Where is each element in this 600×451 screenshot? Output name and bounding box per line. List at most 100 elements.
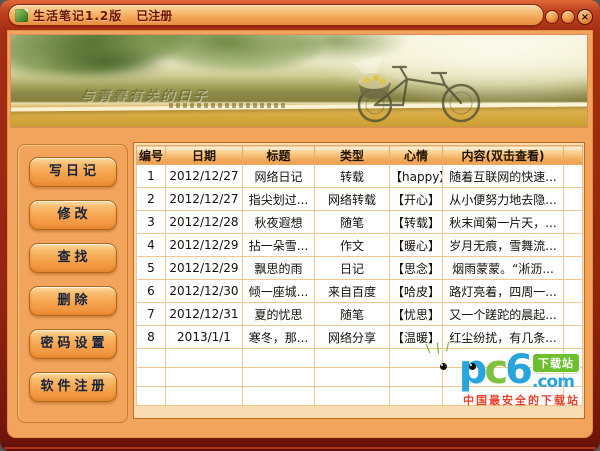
sidebar-button-modify[interactable]: 修改 xyxy=(29,200,117,230)
bicycle-icon xyxy=(323,53,495,125)
table-cell: 2012/12/27 xyxy=(166,165,243,188)
table-row[interactable]: 62012/12/30倾一座城...来自百度【哈皮】路灯亮着，四周一... xyxy=(137,280,583,303)
table-cell xyxy=(564,234,583,257)
pc6-letter-c: c xyxy=(484,351,505,389)
banner-image: 与青春有关的日子 xyxy=(10,34,588,128)
pc6-letter-p: p xyxy=(459,351,485,389)
sidebar-button-password-settings[interactable]: 密码设置 xyxy=(29,329,117,359)
column-header[interactable]: 类型 xyxy=(315,146,390,165)
minimize-button[interactable] xyxy=(545,10,559,24)
table-cell: 6 xyxy=(137,280,166,303)
sidebar: 写日记修改查找删除密码设置软件注册 xyxy=(17,144,128,423)
column-header[interactable]: 内容(双击查看) xyxy=(443,146,564,165)
titlebar: 生活笔记1.2版 已注册 × xyxy=(0,0,600,30)
pc6-dotcom: .com xyxy=(532,374,574,390)
close-button[interactable]: × xyxy=(577,9,593,25)
window-body: 与青春有关的日子 写日记修改查找删除密码设置软件注册 编号日期标题类型心情内容(… xyxy=(7,30,593,438)
title-pill: 生活笔记1.2版 已注册 xyxy=(8,4,544,26)
sidebar-button-write-diary[interactable]: 写日记 xyxy=(29,157,117,187)
table-cell: 红尘纷扰，有几条... xyxy=(443,326,564,349)
pc6-eye-icon xyxy=(440,363,447,370)
table-row[interactable]: 12012/12/27网络日记转载【happy】随着互联网的快速... xyxy=(137,165,583,188)
table-cell: 秋夜遐想 xyxy=(243,211,315,234)
table-cell xyxy=(564,211,583,234)
table-cell xyxy=(564,280,583,303)
sidebar-button-software-register[interactable]: 软件注册 xyxy=(29,372,117,402)
window-controls: × xyxy=(545,9,593,25)
foliage-decoration xyxy=(41,43,171,81)
table-cell: 8 xyxy=(137,326,166,349)
table-cell: 2012/12/29 xyxy=(166,257,243,280)
table-cell: 秋末闻菊一片天，... xyxy=(443,211,564,234)
table-cell xyxy=(564,165,583,188)
table-cell: 【暖心】 xyxy=(390,234,443,257)
pc6-watermark: \ | / p c 6 下载站 .com 中国最安全的下载站 xyxy=(422,351,580,408)
table-cell: 【思念】 xyxy=(390,257,443,280)
table-cell: 烟雨蒙蒙。“淅沥... xyxy=(443,257,564,280)
table-cell: 来自百度 xyxy=(315,280,390,303)
banner-caption: 与青春有关的日子 xyxy=(81,85,209,104)
table-cell: 【忧思】 xyxy=(390,303,443,326)
table-cell: 倾一座城... xyxy=(243,280,315,303)
table-cell: 转载 xyxy=(315,165,390,188)
table-cell: 路灯亮着，四周一... xyxy=(443,280,564,303)
table-row[interactable]: 52012/12/29飘思的雨日记【思念】烟雨蒙蒙。“淅沥... xyxy=(137,257,583,280)
table-cell: 2012/12/29 xyxy=(166,234,243,257)
table-cell xyxy=(564,188,583,211)
diary-table-panel: 编号日期标题类型心情内容(双击查看) 12012/12/27网络日记转载【hap… xyxy=(133,142,585,419)
table-cell: 随着互联网的快速... xyxy=(443,165,564,188)
column-header[interactable] xyxy=(564,146,583,165)
table-cell: 网络分享 xyxy=(315,326,390,349)
table-cell xyxy=(564,257,583,280)
table-row[interactable]: 82013/1/1寒冬，那...网络分享【温暖】红尘纷扰，有几条... xyxy=(137,326,583,349)
table-cell: 网络转载 xyxy=(315,188,390,211)
sidebar-button-delete[interactable]: 删除 xyxy=(29,286,117,316)
column-header[interactable]: 日期 xyxy=(166,146,243,165)
table-cell: 飘思的雨 xyxy=(243,257,315,280)
table-cell: 7 xyxy=(137,303,166,326)
table-cell xyxy=(564,326,583,349)
table-cell: 2012/12/27 xyxy=(166,188,243,211)
table-cell: 岁月无痕，雪舞流... xyxy=(443,234,564,257)
pc6-slogan: 中国最安全的下载站 xyxy=(422,392,580,408)
table-header-row: 编号日期标题类型心情内容(双击查看) xyxy=(137,146,583,165)
table-cell: 4 xyxy=(137,234,166,257)
table-cell: 【开心】 xyxy=(390,188,443,211)
table-row[interactable]: 72012/12/31夏的忧思随笔【忧思】又一个蹉跎的晨起... xyxy=(137,303,583,326)
pc6-rays-decoration: \ | / xyxy=(425,340,451,356)
table-cell: 日记 xyxy=(315,257,390,280)
table-cell: 2 xyxy=(137,188,166,211)
table-row[interactable]: 42012/12/29拈一朵雪...作文【暖心】岁月无痕，雪舞流... xyxy=(137,234,583,257)
table-cell: 寒冬，那... xyxy=(243,326,315,349)
table-cell: 随笔 xyxy=(315,303,390,326)
table-cell: 随笔 xyxy=(315,211,390,234)
table-cell: 1 xyxy=(137,165,166,188)
table-cell xyxy=(564,303,583,326)
window-title: 生活笔记1.2版 xyxy=(33,7,122,24)
table-cell: 夏的忧思 xyxy=(243,303,315,326)
table-cell: 又一个蹉跎的晨起... xyxy=(443,303,564,326)
table-cell: 【转载】 xyxy=(390,211,443,234)
registration-status: 已注册 xyxy=(136,7,172,24)
table-cell: 【happy】 xyxy=(390,165,443,188)
table-cell: 【哈皮】 xyxy=(390,280,443,303)
column-header[interactable]: 心情 xyxy=(390,146,443,165)
table-cell: 作文 xyxy=(315,234,390,257)
pc6-logo: \ | / p c 6 下载站 .com xyxy=(422,351,580,390)
table-cell: 3 xyxy=(137,211,166,234)
table-cell: 5 xyxy=(137,257,166,280)
app-notebook-icon xyxy=(15,9,28,22)
table-cell: 2012/12/30 xyxy=(166,280,243,303)
pc6-download-badge: 下载站 xyxy=(532,353,580,373)
table-row[interactable]: 32012/12/28秋夜遐想随笔【转载】秋末闻菊一片天，... xyxy=(137,211,583,234)
pc6-letter-6: 6 xyxy=(505,351,530,389)
close-icon: × xyxy=(581,12,589,23)
sidebar-button-search[interactable]: 查找 xyxy=(29,243,117,273)
maximize-button[interactable] xyxy=(561,10,575,24)
table-cell: 指尖划过... xyxy=(243,188,315,211)
table-cell: 2012/12/28 xyxy=(166,211,243,234)
table-cell: 拈一朵雪... xyxy=(243,234,315,257)
column-header[interactable]: 标题 xyxy=(243,146,315,165)
table-row[interactable]: 22012/12/27指尖划过...网络转载【开心】从小便努力地去隐... xyxy=(137,188,583,211)
column-header[interactable]: 编号 xyxy=(137,146,166,165)
